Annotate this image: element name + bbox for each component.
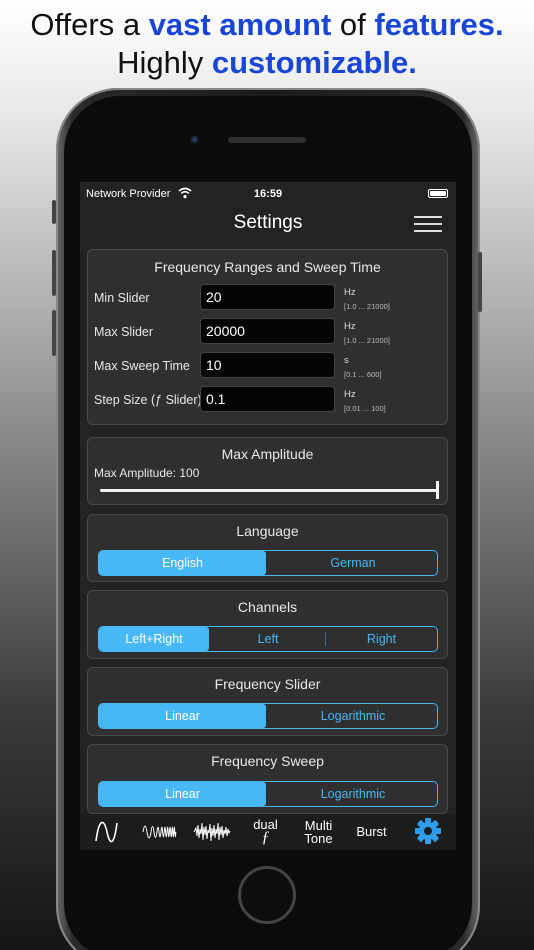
- headline-text: of: [331, 7, 375, 42]
- headline-line-2: Highly customizable.: [0, 44, 534, 82]
- settings-list[interactable]: Frequency Ranges and Sweep Time Min Slid…: [80, 244, 456, 814]
- frequency-ranges-card: Frequency Ranges and Sweep Time Min Slid…: [87, 249, 448, 425]
- language-segmented-control: English German: [98, 550, 438, 576]
- power-button: [478, 252, 482, 312]
- home-button[interactable]: [238, 866, 296, 924]
- field-unit: s: [344, 355, 349, 366]
- amplitude-value-label: Max Amplitude: 100: [94, 466, 200, 480]
- field-label: Min Slider: [94, 291, 150, 305]
- channel-option-right[interactable]: Right: [326, 627, 437, 651]
- max-sweep-time-row: Max Sweep Time 10 s [0.1 ... 600]: [88, 352, 447, 380]
- field-unit: Hz: [344, 389, 356, 400]
- volume-up-button: [52, 250, 56, 296]
- channel-option-left-right[interactable]: Left+Right: [99, 627, 209, 651]
- tab-label: Burst: [356, 824, 387, 839]
- headline-highlight: customizable.: [211, 45, 417, 80]
- field-label: Max Sweep Time: [94, 359, 190, 373]
- field-range: [0.1 ... 600]: [344, 370, 382, 379]
- sweep-option-logarithmic[interactable]: Logarithmic: [269, 782, 437, 806]
- card-title: Frequency Ranges and Sweep Time: [154, 259, 381, 275]
- amplitude-slider[interactable]: [100, 489, 438, 492]
- navigation-bar: Settings: [80, 206, 456, 244]
- language-option-english[interactable]: English: [99, 551, 266, 575]
- sweep-option-linear[interactable]: Linear: [99, 782, 266, 806]
- card-title: Channels: [237, 599, 298, 615]
- channels-card: Channels Left+Right Left Right: [87, 590, 448, 659]
- amplitude-slider-thumb[interactable]: [436, 481, 439, 499]
- tab-noise[interactable]: [186, 814, 239, 850]
- tab-dual-frequency[interactable]: dual ƒ: [239, 814, 292, 850]
- frequency-slider-segmented-control: Linear Logarithmic: [98, 703, 438, 729]
- field-label: Max Slider: [94, 325, 154, 339]
- headline-text: Offers a: [30, 7, 149, 42]
- slider-option-logarithmic[interactable]: Logarithmic: [269, 704, 437, 728]
- card-title: Max Amplitude: [221, 446, 314, 462]
- card-title: Frequency Slider: [214, 676, 321, 692]
- headline-text: Highly: [117, 45, 212, 80]
- app-screen: Network Provider 16:59 Settings Frequenc…: [80, 182, 456, 850]
- headline-highlight: features.: [374, 7, 504, 42]
- max-amplitude-card: Max Amplitude Max Amplitude: 100: [87, 437, 448, 505]
- tab-settings[interactable]: [402, 814, 455, 850]
- field-range: [1.0 ... 21000]: [344, 336, 390, 345]
- status-bar: Network Provider 16:59: [80, 182, 456, 206]
- frequency-sweep-card: Frequency Sweep Linear Logarithmic: [87, 744, 448, 814]
- channels-segmented-control: Left+Right Left Right: [98, 626, 438, 652]
- card-title: Frequency Sweep: [211, 753, 324, 769]
- sine-wave-icon: [95, 821, 118, 843]
- page-title: Settings: [233, 212, 303, 233]
- field-unit: Hz: [344, 321, 356, 332]
- promo-headline: Offers a vast amount of features. Highly…: [0, 6, 534, 82]
- frequency-sweep-segmented-control: Linear Logarithmic: [98, 781, 438, 807]
- mute-switch: [52, 200, 56, 224]
- field-range: [0.01 ... 100]: [344, 404, 386, 413]
- max-slider-row: Max Slider 20000 Hz [1.0 ... 21000]: [88, 318, 447, 346]
- battery-icon: [428, 189, 448, 198]
- channel-option-left[interactable]: Left: [212, 627, 324, 651]
- tab-label: Tone: [304, 831, 333, 846]
- slider-option-linear[interactable]: Linear: [99, 704, 266, 728]
- headline-highlight: vast amount: [148, 7, 332, 42]
- language-card: Language English German: [87, 514, 448, 582]
- hamburger-icon[interactable]: [414, 216, 442, 234]
- gear-icon: [415, 818, 441, 844]
- card-title: Language: [236, 523, 299, 539]
- tab-multitone[interactable]: Multi Tone: [292, 814, 345, 850]
- max-slider-input[interactable]: 20000: [200, 318, 335, 344]
- min-slider-row: Min Slider 20 Hz [1.0 ... 21000]: [88, 284, 447, 312]
- language-option-german[interactable]: German: [269, 551, 437, 575]
- min-slider-input[interactable]: 20: [200, 284, 335, 310]
- step-size-row: Step Size (ƒ Slider) 0.1 Hz [0.01 ... 10…: [88, 386, 447, 414]
- status-time: 16:59: [253, 188, 283, 200]
- field-label: Step Size (ƒ Slider): [94, 393, 202, 407]
- noise-wave-icon: [193, 822, 231, 842]
- step-size-input[interactable]: 0.1: [200, 386, 335, 412]
- sweep-wave-icon: [142, 825, 177, 839]
- earpiece-speaker: [228, 137, 306, 143]
- headline-line-1: Offers a vast amount of features.: [0, 6, 534, 44]
- front-camera: [190, 135, 199, 144]
- tab-sine[interactable]: [80, 814, 133, 850]
- tab-burst[interactable]: Burst: [345, 814, 398, 850]
- volume-down-button: [52, 310, 56, 356]
- max-sweep-time-input[interactable]: 10: [200, 352, 335, 378]
- tab-sweep[interactable]: [133, 814, 186, 850]
- field-unit: Hz: [344, 287, 356, 298]
- tab-bar: dual ƒ Multi Tone Burst: [80, 814, 456, 850]
- frequency-slider-card: Frequency Slider Linear Logarithmic: [87, 667, 448, 736]
- field-range: [1.0 ... 21000]: [344, 302, 390, 311]
- tab-label: ƒ: [261, 829, 270, 846]
